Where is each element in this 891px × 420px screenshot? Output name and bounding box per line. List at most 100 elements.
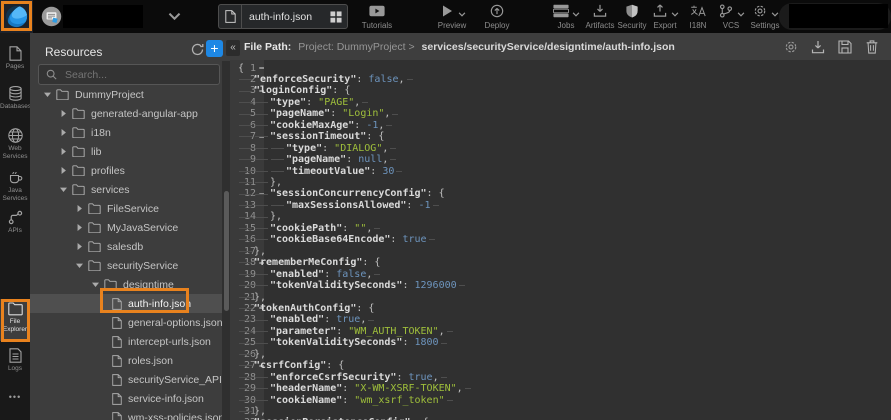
caret-down-icon[interactable] — [60, 186, 72, 193]
caret-right-icon[interactable] — [60, 167, 72, 174]
sidebar-item-java-services[interactable]: Java Services — [0, 168, 30, 210]
code-line: }, — [238, 406, 266, 417]
breadcrumb: File Path: Project: DummyProject > servi… — [244, 41, 675, 53]
code-line: "sessionTimeout": { — [238, 131, 384, 142]
tree-item-label: securityService — [107, 260, 178, 272]
folder-icon — [72, 108, 85, 119]
caret-down-icon[interactable] — [44, 91, 56, 98]
jobs-icon — [553, 4, 569, 18]
code-line: "timeoutValue": 30 — [238, 166, 404, 177]
toolbar-tutorials[interactable]: Tutorials — [345, 0, 409, 33]
caret-right-icon[interactable] — [60, 148, 72, 155]
toolbar-label: Settings — [751, 21, 780, 30]
tree-item-label: MyJavaService — [107, 222, 178, 234]
sidebar-item-databases[interactable]: Databases — [0, 84, 30, 126]
tree-item-label: services — [91, 184, 130, 196]
file-icon — [112, 336, 122, 348]
search-icon — [46, 69, 57, 80]
tree-item-service-info.json[interactable]: service-info.json — [30, 389, 230, 408]
code-line: }, — [238, 349, 266, 360]
refresh-icon[interactable] — [191, 43, 204, 56]
tree-item-lib[interactable]: lib — [30, 142, 230, 161]
caret-right-icon[interactable] — [60, 110, 72, 117]
tree-item-FileService[interactable]: FileService — [30, 199, 230, 218]
coffee-icon — [8, 170, 23, 185]
file-icon — [112, 393, 122, 405]
code-line: "type": "DIALOG", — [238, 143, 398, 154]
breadcrumb-path: services/securityService/designtime/auth… — [422, 41, 675, 53]
tree-item-label: DummyProject — [75, 89, 144, 101]
tree-item-general-options.json[interactable]: general-options.json — [30, 313, 230, 332]
caret-down-icon[interactable] — [92, 281, 104, 288]
tree-item-wm-xss-policies.json[interactable]: wm-xss-policies.json — [30, 408, 230, 420]
tree-scrollbar[interactable] — [222, 61, 230, 420]
sidebar-item-web-services[interactable]: Web Services — [0, 126, 30, 168]
tree-item-generated-angular-app[interactable]: generated-angular-app — [30, 104, 230, 123]
delete-button-icon[interactable] — [865, 40, 879, 54]
tree-item-DummyProject[interactable]: DummyProject — [30, 85, 230, 104]
toolbar-deploy[interactable]: Deploy — [465, 0, 529, 33]
code-line: "type": "PAGE", — [238, 97, 370, 108]
sidebar-item-logs[interactable]: Logs — [0, 346, 30, 388]
video-icon — [369, 4, 385, 18]
sidebar-item-apis[interactable]: APIs — [0, 208, 30, 250]
code-line: }, — [238, 292, 266, 303]
tree-item-MyJavaService[interactable]: MyJavaService — [30, 218, 230, 237]
tree-item-auth-info.json[interactable]: auth-info.json — [30, 294, 230, 313]
code-line: }, — [238, 177, 282, 188]
download-button-icon[interactable] — [811, 40, 825, 54]
tree-item-salesdb[interactable]: salesdb — [30, 237, 230, 256]
open-file-tab[interactable]: auth-info.json — [218, 4, 348, 29]
top-toolbar: auth-info.json TutorialsPreviewDeployJob… — [0, 0, 891, 33]
code-line: }, — [238, 211, 282, 222]
folder-icon — [72, 127, 85, 138]
sidebar-item-pages[interactable]: Pages — [0, 44, 30, 86]
database-icon — [8, 86, 23, 101]
code-line: "pageName": "Login", — [238, 108, 400, 119]
globe-icon — [8, 128, 23, 143]
code-line: "loginConfig": { — [238, 85, 350, 96]
gear-icon — [752, 4, 768, 18]
project-chevron-down-icon[interactable] — [168, 12, 181, 21]
add-resource-button[interactable]: + — [206, 40, 223, 57]
tree-item-intercept-urls.json[interactable]: intercept-urls.json — [30, 332, 230, 351]
tree-item-profiles[interactable]: profiles — [30, 161, 230, 180]
file-icon — [112, 374, 122, 386]
sidebar-item-[interactable]: ••• — [0, 390, 30, 420]
sidebar-item-label: APIs — [0, 227, 30, 235]
folder-icon — [88, 260, 101, 271]
code-line: "sessionConcurrencyConfig": { — [238, 188, 445, 199]
chevron-down-icon — [771, 12, 779, 17]
code-line: "rememberMeConfig": { — [238, 257, 380, 268]
folder-icon — [88, 222, 101, 233]
tree-item-securityService_API.json[interactable]: securityService_API.json — [30, 370, 230, 389]
redacted-project-name — [63, 5, 143, 28]
code-line: "maxSessionsAllowed": -1 — [238, 200, 441, 211]
tree-scrollbar-thumb[interactable] — [224, 191, 229, 311]
caret-right-icon[interactable] — [76, 205, 88, 212]
project-avatar-icon[interactable] — [41, 6, 62, 27]
tree-item-securityService[interactable]: securityService — [30, 256, 230, 275]
file-tree: DummyProject generated-angular-appi18nlib… — [30, 85, 230, 420]
studio-app: auth-info.json TutorialsPreviewDeployJob… — [0, 0, 891, 420]
page-icon — [8, 46, 23, 61]
sidebar-item-file-explorer[interactable]: File Explorer — [0, 299, 30, 341]
caret-right-icon[interactable] — [60, 129, 72, 136]
app-logo[interactable] — [0, 0, 33, 33]
open-file-tab-label: auth-info.json — [242, 5, 325, 28]
grid-icon[interactable] — [330, 11, 342, 23]
caret-right-icon[interactable] — [76, 243, 88, 250]
code-line: { — [238, 63, 244, 74]
settings-button-icon[interactable] — [784, 40, 798, 54]
caret-down-icon[interactable] — [76, 262, 88, 269]
search-input[interactable] — [63, 68, 207, 82]
code-lines[interactable]: {"enforceSecurity": false,"loginConfig":… — [230, 60, 857, 420]
tree-item-services[interactable]: services — [30, 180, 230, 199]
caret-right-icon[interactable] — [76, 224, 88, 231]
save-button-icon[interactable] — [838, 40, 852, 54]
tree-item-label: intercept-urls.json — [128, 336, 211, 348]
collapse-panel-button[interactable]: « — [226, 40, 240, 56]
tree-item-designtime[interactable]: designtime — [30, 275, 230, 294]
tree-item-i18n[interactable]: i18n — [30, 123, 230, 142]
tree-item-roles.json[interactable]: roles.json — [30, 351, 230, 370]
